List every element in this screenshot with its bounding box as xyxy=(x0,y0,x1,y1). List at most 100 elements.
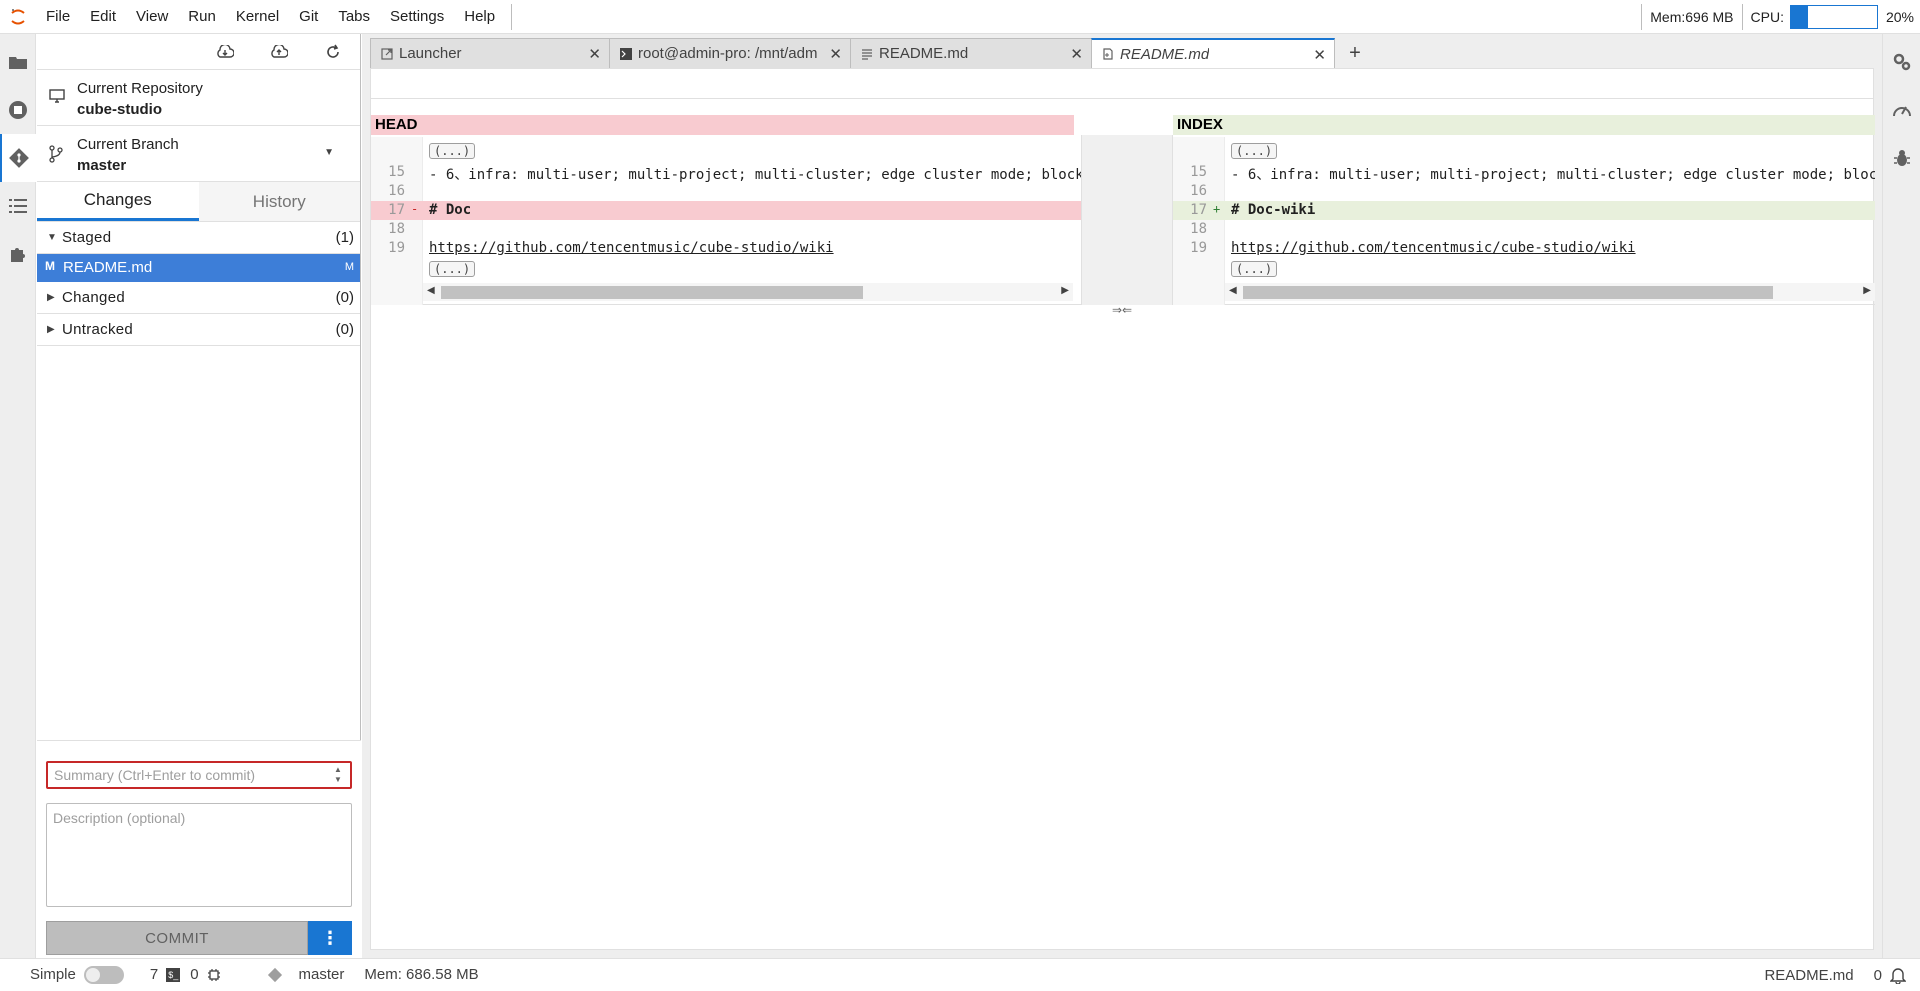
current-branch[interactable]: Current Branch master ▼ xyxy=(37,126,360,182)
refresh-icon[interactable] xyxy=(321,40,345,64)
menu-kernel[interactable]: Kernel xyxy=(226,0,289,34)
git-icon xyxy=(267,967,282,982)
terminal-icon xyxy=(620,47,632,60)
status-memory: Mem: 686.58 MB xyxy=(364,966,479,983)
notification-bell-icon[interactable] xyxy=(1890,966,1906,984)
tab-history[interactable]: History xyxy=(198,182,360,221)
tab-changes[interactable]: Changes xyxy=(37,182,199,221)
file-status-badge: M xyxy=(344,261,354,273)
close-icon[interactable]: ✕ xyxy=(1313,46,1326,64)
changed-section-label: Changed xyxy=(62,289,125,306)
notification-count: 0 xyxy=(1873,966,1882,984)
wiki-link[interactable]: https://github.com/tencentmusic/cube-stu… xyxy=(429,240,834,256)
untracked-count: (0) xyxy=(335,321,354,338)
commit-description-input[interactable] xyxy=(46,803,352,907)
running-stop-icon[interactable] xyxy=(0,86,36,134)
kernels-count[interactable]: 0 xyxy=(190,966,220,983)
extension-puzzle-icon[interactable] xyxy=(0,230,36,278)
git-icon[interactable] xyxy=(0,134,36,182)
collapsed-lines-button[interactable]: (...) xyxy=(429,261,476,277)
menu-tabs[interactable]: Tabs xyxy=(328,0,380,34)
close-icon[interactable]: ✕ xyxy=(1070,45,1083,63)
scrollbar-thumb[interactable] xyxy=(441,286,863,299)
current-branch-name: master xyxy=(77,157,127,174)
horizontal-scrollbar[interactable]: ◀ ▶ xyxy=(423,283,1073,301)
line-number: 17 xyxy=(1190,202,1207,218)
horizontal-scrollbar[interactable]: ◀ ▶ xyxy=(1225,283,1875,301)
collapsed-lines-button[interactable]: (...) xyxy=(1231,261,1278,277)
menu-bar: File Edit View Run Kernel Git Tabs Settings Help… xyxy=(0,0,1920,34)
diff-line: 17 + # Doc-wiki xyxy=(1173,201,1875,220)
tab-readme-diff[interactable]: README.md ✕ xyxy=(1091,38,1335,68)
menu-file[interactable]: File xyxy=(36,0,80,34)
scrollbar-thumb[interactable] xyxy=(1243,286,1773,299)
staged-file-row[interactable]: M README.md M xyxy=(37,254,360,282)
menu-git[interactable]: Git xyxy=(289,0,328,34)
tab-launcher[interactable]: Launcher ✕ xyxy=(370,38,610,68)
git-pull-cloud-download-icon[interactable] xyxy=(213,40,237,64)
property-inspector-gears-icon[interactable] xyxy=(1883,38,1920,86)
index-pane-title: INDEX xyxy=(1173,115,1875,135)
scroll-right-icon[interactable]: ▶ xyxy=(1863,285,1871,296)
launcher-icon xyxy=(381,47,393,60)
document-toolbar xyxy=(371,69,1873,99)
menu-help[interactable]: Help xyxy=(454,0,505,34)
menu-separator xyxy=(511,3,513,30)
close-icon[interactable]: ✕ xyxy=(588,45,601,63)
git-push-cloud-upload-icon[interactable] xyxy=(267,40,291,64)
merge-diff-view: HEAD INDEX (...) 15 - 6、infra: multi-use… xyxy=(371,115,1875,317)
menu-settings[interactable]: Settings xyxy=(380,0,454,34)
changed-section-header[interactable]: ▶ Changed (0) xyxy=(37,282,360,314)
commit-form: ▲▼ COMMIT ⋮ xyxy=(37,740,361,958)
scroll-left-icon[interactable]: ◀ xyxy=(427,285,435,296)
untracked-section-header[interactable]: ▶ Untracked (0) xyxy=(37,314,360,346)
collapsed-lines-button[interactable]: (...) xyxy=(429,143,476,159)
line-number: 16 xyxy=(388,183,405,199)
code-text: # Doc-wiki xyxy=(1231,202,1316,218)
tab-terminal[interactable]: root@admin-pro: /mnt/adm ✕ xyxy=(609,38,851,68)
jupyter-logo-icon xyxy=(0,0,36,34)
menu-run[interactable]: Run xyxy=(178,0,226,34)
tab-label: README.md xyxy=(879,45,969,62)
current-repository[interactable]: Current Repository cube-studio xyxy=(37,70,360,126)
diff-document: HEAD INDEX (...) 15 - 6、infra: multi-use… xyxy=(370,68,1875,950)
menu-view[interactable]: View xyxy=(126,0,178,34)
table-of-contents-icon[interactable] xyxy=(0,182,36,230)
scroll-left-icon[interactable]: ◀ xyxy=(1229,285,1237,296)
current-repository-name: cube-studio xyxy=(77,101,162,118)
head-pane-title: HEAD xyxy=(371,115,1074,135)
git-branch-status[interactable]: master xyxy=(267,966,344,983)
caret-down-icon: ▼ xyxy=(47,232,57,243)
code-text: - 6、infra: multi-user; multi-project; mu… xyxy=(1231,167,1875,183)
debugger-gauge-icon[interactable] xyxy=(1883,86,1920,134)
file-browser-folder-icon[interactable] xyxy=(0,38,36,86)
scroll-right-icon[interactable]: ▶ xyxy=(1061,285,1069,296)
tab-readme-markdown[interactable]: README.md ✕ xyxy=(850,38,1092,68)
chevron-down-icon[interactable]: ▼ xyxy=(324,147,334,158)
simple-mode-toggle[interactable] xyxy=(83,965,124,984)
markdown-icon xyxy=(862,48,872,60)
diff-marker: - xyxy=(411,202,419,216)
commit-button[interactable]: COMMIT xyxy=(46,921,308,955)
commit-options-kebab-icon[interactable]: ⋮ xyxy=(308,921,352,955)
add-tab-plus-icon[interactable]: + xyxy=(1341,38,1369,68)
staged-count: (1) xyxy=(335,229,354,246)
git-toolbar xyxy=(37,34,360,70)
caret-right-icon: ▶ xyxy=(47,324,55,335)
document-tab-bar: Launcher ✕ root@admin-pro: /mnt/adm ✕ RE… xyxy=(362,38,1882,68)
diff-marker: + xyxy=(1213,202,1221,216)
menu-edit[interactable]: Edit xyxy=(80,0,126,34)
git-panel-tabs: Changes History xyxy=(37,182,360,222)
current-repository-label: Current Repository xyxy=(77,80,203,97)
close-icon[interactable]: ✕ xyxy=(829,45,842,63)
diff-line: 15 - 6、infra: multi-user; multi-project;… xyxy=(1173,163,1875,183)
line-number: 15 xyxy=(388,164,405,180)
staged-section-header[interactable]: ▼ Staged (1) xyxy=(37,222,360,254)
commit-summary-input[interactable] xyxy=(46,761,352,789)
diff-line: 17- # Doc xyxy=(371,201,1081,220)
collapsed-lines-button[interactable]: (...) xyxy=(1231,143,1278,159)
debugger-bug-icon[interactable] xyxy=(1883,134,1920,182)
terminals-count[interactable]: 7 $_ xyxy=(150,966,181,983)
untracked-section-label: Untracked xyxy=(62,321,134,338)
wiki-link[interactable]: https://github.com/tencentmusic/cube-stu… xyxy=(1231,240,1636,256)
